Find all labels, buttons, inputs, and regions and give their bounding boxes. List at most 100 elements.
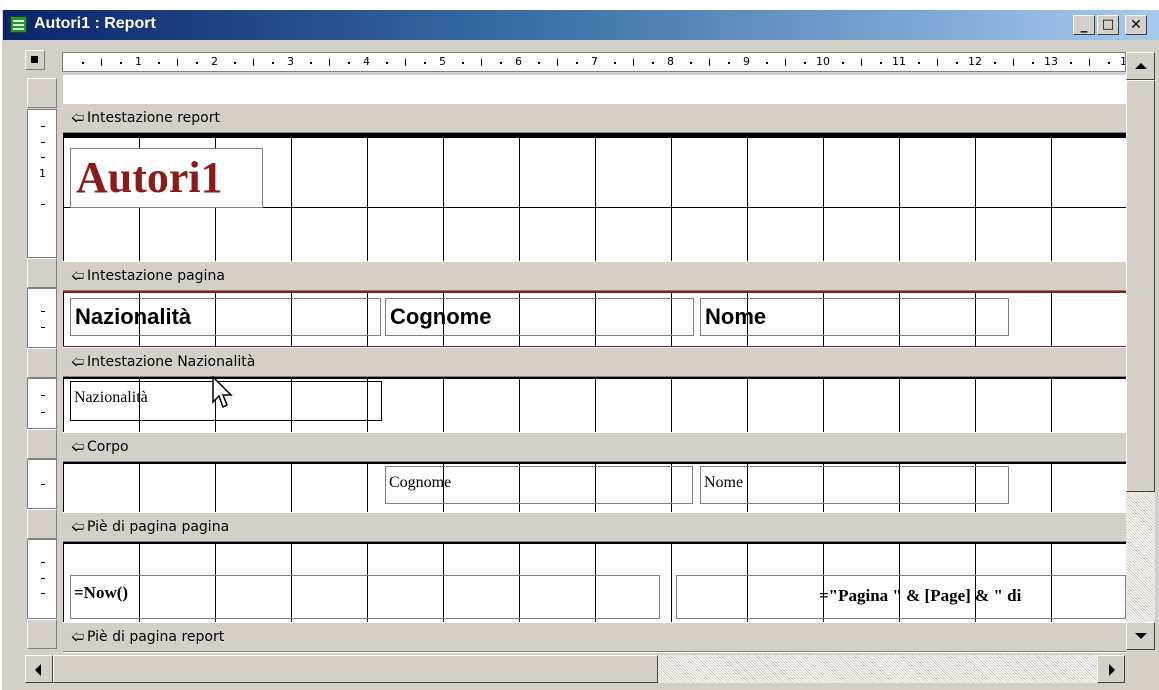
ruler-tick — [861, 59, 862, 66]
vertical-ruler-report-header: 1 — [27, 109, 57, 258]
ruler-tick — [253, 59, 254, 66]
scroll-left-button[interactable] — [25, 655, 53, 683]
ruler-dot — [652, 62, 654, 64]
ruler-tick — [177, 59, 178, 66]
label-nazionalita[interactable]: Nazionalità — [70, 298, 381, 336]
ruler-dot — [614, 62, 616, 64]
section-label: Piè di pagina pagina — [87, 519, 230, 535]
ruler-tick — [557, 59, 558, 66]
section-selector-report-footer[interactable] — [27, 619, 57, 649]
ruler-tick — [405, 59, 406, 66]
section-label: Intestazione pagina — [87, 268, 225, 284]
section-arrow-icon: 🢠 — [71, 355, 85, 370]
ruler-dot — [310, 62, 312, 64]
section-arrow-icon: 🢠 — [71, 630, 85, 645]
section-selector-report-header[interactable] — [27, 78, 57, 108]
ruler-number: 4 — [363, 55, 370, 68]
ruler-number: 9 — [743, 55, 750, 68]
ruler-dot — [842, 62, 844, 64]
section-page-header[interactable]: Nazionalità Cognome Nome — [63, 291, 1126, 347]
section-bar-report-footer[interactable]: 🢠 Piè di pagina report — [63, 622, 1126, 652]
ruler-dot — [424, 62, 426, 64]
ruler-tick — [329, 59, 330, 66]
field-page-number[interactable]: ="Pagina " & [Page] & " di — [676, 575, 1126, 619]
ruler-dot — [272, 62, 274, 64]
ruler-dot — [234, 62, 236, 64]
ruler-dot — [728, 62, 730, 64]
section-bar-page-header[interactable]: 🢠 Intestazione pagina — [63, 261, 1126, 291]
ruler-tick — [785, 59, 786, 66]
section-arrow-icon: 🢠 — [71, 440, 85, 455]
section-selector-detail[interactable] — [27, 429, 57, 459]
ruler-dot — [462, 62, 464, 64]
section-page-footer[interactable]: =Now() ="Pagina " & [Page] & " di — [63, 542, 1126, 622]
report-title-label[interactable]: Autori1 — [70, 148, 263, 208]
section-detail[interactable]: Cognome Nome — [63, 462, 1126, 512]
ruler-dot — [766, 62, 768, 64]
section-selector-page-header[interactable] — [27, 258, 57, 288]
section-report-header[interactable]: Autori1 — [63, 133, 1126, 261]
label-cognome[interactable]: Cognome — [385, 298, 694, 336]
ruler-tick — [1089, 59, 1090, 66]
ruler-dot — [880, 62, 882, 64]
window-title: Autori1 : Report — [34, 15, 156, 32]
vertical-ruler-page-footer — [27, 539, 57, 619]
field-now[interactable]: =Now() — [70, 575, 660, 619]
report-selector-button[interactable] — [25, 50, 45, 70]
ruler-tick — [709, 59, 710, 66]
scroll-right-button[interactable] — [1097, 655, 1125, 683]
ruler-number: 5 — [439, 55, 446, 68]
close-button[interactable]: ✕ — [1125, 15, 1147, 35]
ruler-dot — [576, 62, 578, 64]
scroll-down-button[interactable] — [1126, 622, 1155, 650]
ruler-dot — [196, 62, 198, 64]
vertical-scroll-thumb[interactable] — [1126, 80, 1155, 492]
section-arrow-icon: 🢠 — [71, 520, 85, 535]
label-nome[interactable]: Nome — [700, 298, 1009, 336]
section-bar-page-footer[interactable]: 🢠 Piè di pagina pagina — [63, 512, 1126, 542]
ruler-number: 10 — [816, 55, 830, 68]
ruler-dot — [348, 62, 350, 64]
ruler-dot — [538, 62, 540, 64]
section-selector-page-footer[interactable] — [27, 509, 57, 539]
ruler-dot — [158, 62, 160, 64]
section-label: Intestazione Nazionalità — [87, 354, 256, 370]
field-page-number-text: ="Pagina " & [Page] & " di — [819, 586, 1022, 605]
ruler-tick — [101, 59, 102, 66]
section-arrow-icon: 🢠 — [71, 269, 85, 284]
maximize-button[interactable]: □ — [1097, 15, 1119, 35]
vertical-ruler-detail — [27, 459, 57, 509]
section-label: Piè di pagina report — [87, 629, 225, 645]
horizontal-scroll-thumb[interactable] — [53, 655, 658, 683]
ruler-dot — [500, 62, 502, 64]
field-cognome[interactable]: Cognome — [385, 466, 693, 504]
section-label: Intestazione report — [87, 110, 220, 126]
vertical-ruler: 1 — [25, 75, 57, 653]
ruler-number: 13 — [1044, 55, 1058, 68]
ruler-dot — [690, 62, 692, 64]
ruler-dot — [120, 62, 122, 64]
ruler-dot — [804, 62, 806, 64]
scroll-up-button[interactable] — [1126, 52, 1155, 80]
horizontal-scrollbar[interactable] — [25, 655, 1125, 683]
section-bar-group-header[interactable]: 🢠 Intestazione Nazionalità — [63, 347, 1126, 377]
field-nome[interactable]: Nome — [700, 466, 1009, 504]
ruler-tick — [937, 59, 938, 66]
vertical-ruler-page-header — [27, 288, 57, 348]
section-arrow-icon: 🢠 — [71, 111, 85, 126]
section-selector-group-header[interactable] — [27, 348, 57, 378]
section-bar-detail[interactable]: 🢠 Corpo — [63, 432, 1126, 462]
ruler-dot — [918, 62, 920, 64]
vertical-scrollbar[interactable] — [1126, 52, 1155, 650]
vertical-ruler-number: 1 — [39, 167, 46, 180]
report-icon — [10, 16, 27, 33]
horizontal-ruler: 1234567891011121314 — [62, 52, 1126, 72]
section-bar-report-header[interactable]: 🢠 Intestazione report — [63, 103, 1126, 133]
ruler-number: 3 — [287, 55, 294, 68]
ruler-number: 11 — [892, 55, 906, 68]
title-bar[interactable]: Autori1 : Report _ □ ✕ — [3, 10, 1159, 40]
ruler-number: 6 — [515, 55, 522, 68]
minimize-button[interactable]: _ — [1073, 15, 1095, 35]
ruler-dot — [1108, 62, 1110, 64]
mouse-pointer-icon — [212, 376, 233, 409]
